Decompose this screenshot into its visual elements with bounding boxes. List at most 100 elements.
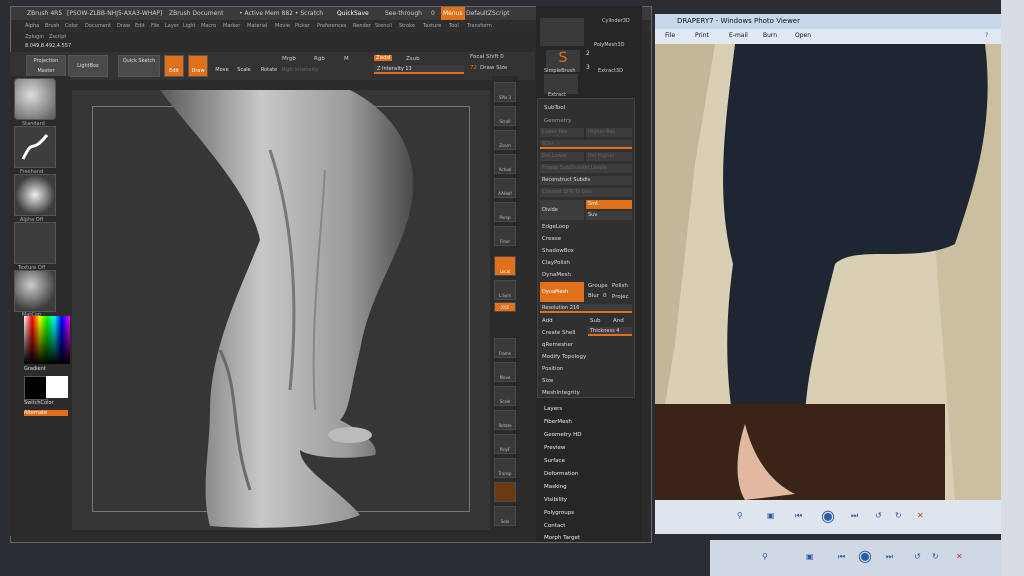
- menu-document[interactable]: Document: [85, 21, 111, 32]
- menu-edit[interactable]: Edit: [135, 21, 145, 32]
- rgb-intensity-slider[interactable]: Rgb Intensity: [282, 67, 319, 73]
- scale-button[interactable]: Scale: [234, 55, 254, 77]
- quick-sketch-button[interactable]: Quick Sketch: [118, 55, 160, 77]
- smt-toggle[interactable]: Smt: [586, 200, 632, 209]
- persp-button[interactable]: Persp: [494, 202, 516, 222]
- menu-stroke[interactable]: Stroke: [399, 21, 415, 32]
- brush-selector[interactable]: [14, 78, 56, 120]
- rotate-view-button[interactable]: Rotate: [494, 410, 516, 430]
- suv-toggle[interactable]: Suv: [586, 211, 632, 220]
- contact-menu[interactable]: Contact: [544, 523, 565, 529]
- texture-selector[interactable]: [14, 222, 56, 264]
- transp-button[interactable]: Transp: [494, 458, 516, 478]
- projection-master-button[interactable]: Projection Master: [26, 55, 66, 77]
- move-button[interactable]: Move: [212, 55, 232, 77]
- actual-button[interactable]: Actual: [494, 154, 516, 174]
- create-shell-button[interactable]: Create Shell: [542, 330, 575, 336]
- extract3d-tool[interactable]: Extract3D: [598, 68, 623, 74]
- actual-size-icon-2[interactable]: ▣: [806, 552, 814, 561]
- qremesher-menu[interactable]: qRemesher: [542, 342, 573, 348]
- meshintegrity-menu[interactable]: MeshIntegrity: [542, 390, 580, 396]
- menu-transform[interactable]: Transform: [467, 21, 492, 32]
- material-selector[interactable]: [14, 270, 56, 312]
- sdiv-slider[interactable]: SDiv: [540, 140, 632, 149]
- edit-button[interactable]: Edit: [164, 55, 184, 77]
- fibermesh-menu[interactable]: FiberMesh: [544, 419, 572, 425]
- visibility-menu[interactable]: Visibility: [544, 497, 567, 503]
- geometry-header[interactable]: Geometry: [544, 118, 571, 124]
- del-lower-button[interactable]: Del Lower: [540, 152, 584, 161]
- slideshow-icon[interactable]: ◉: [821, 506, 835, 525]
- polygroups-menu[interactable]: Polygroups: [544, 510, 574, 516]
- subtool-header[interactable]: SubTool: [544, 105, 565, 111]
- zoom-icon[interactable]: ⚲: [737, 511, 743, 520]
- spix-button[interactable]: SPix 3: [494, 82, 516, 102]
- modify-topology-menu[interactable]: Modify Topology: [542, 354, 586, 360]
- menu-light[interactable]: Light: [183, 21, 195, 32]
- geometry-hd-menu[interactable]: Geometry HD: [544, 432, 582, 438]
- help-icon[interactable]: ?: [985, 29, 988, 43]
- menu-alpha[interactable]: Alpha: [25, 21, 39, 32]
- local-button[interactable]: Local: [494, 256, 516, 276]
- position-menu[interactable]: Position: [542, 366, 563, 372]
- menu-draw[interactable]: Draw: [117, 21, 130, 32]
- switch-color-button[interactable]: SwitchColor: [24, 400, 54, 406]
- rotate-cw-icon-2[interactable]: ↻: [932, 552, 939, 561]
- menus-toggle[interactable]: Menus: [441, 7, 465, 20]
- stroke-selector[interactable]: [14, 126, 56, 168]
- sub-toggle[interactable]: Sub: [590, 318, 600, 324]
- alternate-button[interactable]: Alternate: [24, 410, 68, 416]
- secondary-color-swatch[interactable]: [46, 376, 68, 398]
- lightbox-button[interactable]: LightBox: [68, 55, 108, 77]
- and-toggle[interactable]: And: [613, 318, 624, 324]
- surface-menu[interactable]: Surface: [544, 458, 565, 464]
- menu-zscript[interactable]: Zscript: [49, 32, 66, 42]
- menu-movie[interactable]: Movie: [275, 21, 290, 32]
- blur-slider[interactable]: Blur: [588, 293, 599, 299]
- file-menu[interactable]: File: [665, 29, 675, 43]
- z-intensity-slider[interactable]: Z Intensity 13: [374, 65, 464, 74]
- next-icon-2[interactable]: ⏭: [886, 552, 893, 562]
- burn-menu[interactable]: Burn: [763, 29, 777, 43]
- menu-layer[interactable]: Layer: [165, 21, 179, 32]
- open-menu[interactable]: Open: [795, 29, 811, 43]
- rotate-cw-icon[interactable]: ↻: [895, 511, 902, 520]
- edgeloop-menu[interactable]: EdgeLoop: [542, 224, 569, 230]
- del-higher-button[interactable]: Del Higher: [586, 152, 632, 161]
- resolution-slider[interactable]: Resolution 216: [540, 304, 632, 313]
- floor-button[interactable]: Floor: [494, 226, 516, 246]
- menu-preferences[interactable]: Preferences: [317, 21, 346, 32]
- divide-button[interactable]: Divide: [540, 200, 584, 220]
- gradient-label[interactable]: Gradient: [24, 366, 46, 372]
- frame-button[interactable]: Frame: [494, 338, 516, 358]
- move-view-button[interactable]: Move: [494, 362, 516, 382]
- aahalf-button[interactable]: AAHalf: [494, 178, 516, 198]
- solo-button[interactable]: Solo: [494, 506, 516, 526]
- menu-color[interactable]: Color: [65, 21, 78, 32]
- zadd-button[interactable]: Zadd: [374, 55, 393, 61]
- menu-brush[interactable]: Brush: [45, 21, 59, 32]
- preview-menu[interactable]: Preview: [544, 445, 565, 451]
- cylinder3d-tool[interactable]: Cylinder3D: [602, 18, 630, 24]
- main-color-swatch[interactable]: [24, 376, 48, 400]
- menu-tool[interactable]: Tool: [449, 21, 459, 32]
- extract-tool-thumb[interactable]: [544, 74, 578, 94]
- layers-menu[interactable]: Layers: [544, 406, 562, 412]
- previous-icon-2[interactable]: ⏮: [838, 552, 845, 562]
- dynamesh-button[interactable]: DynaMesh: [540, 282, 584, 302]
- shadowbox-menu[interactable]: ShadowBox: [542, 248, 574, 254]
- polymesh3d-tool[interactable]: PolyMesh3D: [594, 42, 624, 48]
- higher-res-button[interactable]: Higher Res: [586, 128, 632, 137]
- email-menu[interactable]: E-mail: [729, 29, 748, 43]
- add-toggle[interactable]: Add: [542, 318, 553, 324]
- mrgb-button[interactable]: Mrgb: [282, 56, 296, 62]
- draw-button[interactable]: Draw: [188, 55, 208, 77]
- menu-file[interactable]: File: [151, 21, 159, 32]
- alpha-selector[interactable]: [14, 174, 56, 216]
- ghost-button[interactable]: [494, 482, 516, 502]
- next-icon[interactable]: ⏭: [851, 511, 858, 521]
- claypolish-menu[interactable]: ClayPolish: [542, 260, 570, 266]
- zoom-icon-2[interactable]: ⚲: [762, 552, 768, 561]
- menu-render[interactable]: Render: [353, 21, 371, 32]
- delete-icon[interactable]: ✕: [917, 511, 924, 520]
